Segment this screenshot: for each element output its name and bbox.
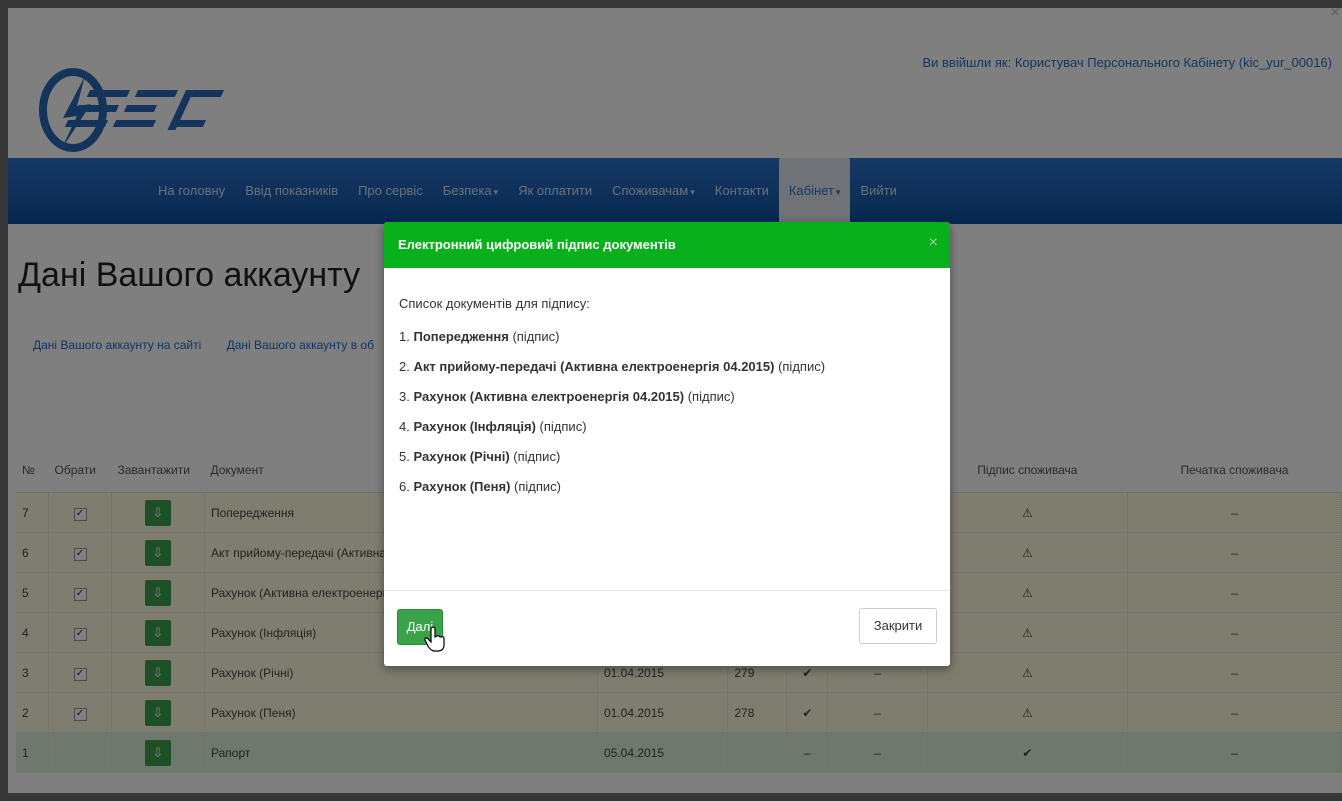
signature-modal: Електронний цифровий підпис документів ×…	[384, 222, 950, 666]
item-number: 3.	[399, 389, 414, 404]
item-document-name: Рахунок (Інфляція)	[413, 419, 536, 434]
item-sign-link[interactable]: (підпис)	[684, 389, 735, 404]
item-document-name: Рахунок (Активна електроенергія 04.2015)	[413, 389, 685, 404]
document-list-item: 5. Рахунок (Річні) (підпис)	[399, 449, 935, 464]
item-number: 2.	[399, 359, 414, 374]
item-document-name: Рахунок (Річні)	[413, 449, 510, 464]
item-sign-link[interactable]: (підпис)	[536, 419, 587, 434]
document-list-item: 2. Акт прийому-передачі (Активна електро…	[399, 359, 935, 374]
hand-cursor-icon	[424, 626, 445, 652]
document-list-item: 3. Рахунок (Активна електроенергія 04.20…	[399, 389, 935, 404]
document-list-item: 6. Рахунок (Пеня) (підпис)	[399, 479, 935, 494]
document-list-item: 1. Попередження (підпис)	[399, 329, 935, 344]
item-number: 1.	[399, 329, 414, 344]
item-document-name: Рахунок (Пеня)	[413, 479, 511, 494]
document-list-item: 4. Рахунок (Інфляція) (підпис)	[399, 419, 935, 434]
modal-close-icon[interactable]: ×	[929, 234, 938, 252]
modal-footer: Далі Закрити	[384, 590, 950, 666]
item-number: 4.	[399, 419, 414, 434]
item-document-name: Акт прийому-передачі (Активна електроене…	[413, 359, 775, 374]
document-list: 1. Попередження (підпис) 2. Акт прийому-п…	[399, 329, 935, 494]
item-number: 6.	[399, 479, 414, 494]
item-sign-link[interactable]: (підпис)	[509, 329, 559, 344]
item-document-name: Попередження	[413, 329, 509, 344]
modal-intro-text: Список документів для підпису:	[399, 296, 590, 311]
modal-header: Електронний цифровий підпис документів ×	[384, 222, 950, 268]
modal-body: Список документів для підпису: 1. Попере…	[384, 268, 950, 494]
item-sign-link[interactable]: (підпис)	[774, 359, 825, 374]
item-sign-link[interactable]: (підпис)	[510, 479, 561, 494]
close-button[interactable]: Закрити	[859, 608, 937, 644]
modal-title: Електронний цифровий підпис документів	[398, 237, 676, 252]
item-number: 5.	[399, 449, 414, 464]
item-sign-link[interactable]: (підпис)	[510, 449, 560, 464]
